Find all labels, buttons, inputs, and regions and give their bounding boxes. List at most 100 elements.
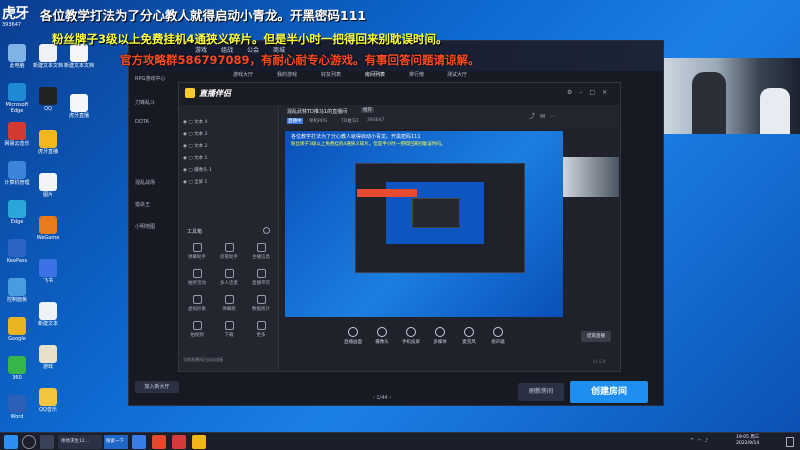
end-live-button[interactable]: 结束直播: [581, 331, 611, 342]
subtab-friends[interactable]: 好友列表: [321, 71, 341, 78]
add-room-button[interactable]: 加入新大厅: [135, 381, 179, 393]
desktop-icon[interactable]: Edge: [2, 200, 32, 225]
eye-icon[interactable]: ◉: [183, 144, 187, 149]
desktop-icon[interactable]: 控制面板: [2, 278, 32, 303]
eye-icon[interactable]: ◉: [183, 120, 187, 125]
eye-icon[interactable]: ◉: [183, 132, 187, 137]
tool-item[interactable]: 拍视频: [185, 321, 209, 338]
desktop-icon[interactable]: 计算机管理: [2, 161, 32, 186]
left-item[interactable]: 猎杀王: [135, 201, 150, 208]
task-view-icon[interactable]: [40, 435, 54, 449]
taskbar-app-icon[interactable]: [152, 435, 166, 449]
desktop-icon[interactable]: 游戏: [33, 345, 63, 370]
control-button[interactable]: 直播画面: [341, 327, 365, 345]
app-icon: [8, 356, 26, 374]
desktop-icon[interactable]: 360: [2, 356, 32, 381]
notification-icon[interactable]: [786, 437, 794, 447]
maximize-icon[interactable]: □: [589, 89, 602, 96]
eye-icon[interactable]: ◉: [183, 156, 187, 161]
game-subtabs: 游戏大厅 我的游戏 好友列表 房间列表 排行榜 测试大厅: [233, 71, 653, 81]
eye-icon[interactable]: ◉: [183, 168, 187, 173]
tool-item[interactable]: 弹幕助手: [185, 243, 209, 260]
tool-item[interactable]: 多人连麦: [217, 269, 241, 286]
left-item[interactable]: DOTA: [135, 119, 149, 125]
desktop-icon[interactable]: Google: [2, 317, 32, 342]
desktop-icon[interactable]: 新建文本: [33, 302, 63, 327]
volume-icon[interactable]: ♪: [705, 438, 711, 444]
tool-item[interactable]: 下载: [217, 321, 241, 338]
desktop-icon-text[interactable]: 新建文本文档: [64, 44, 94, 69]
tool-item[interactable]: 数据统计: [249, 295, 273, 312]
taskbar-app-icon[interactable]: [132, 435, 146, 449]
taskbar-app-icon[interactable]: [172, 435, 186, 449]
desktop-icon[interactable]: Microsoft Edge: [2, 83, 32, 114]
control-button[interactable]: 麦克风: [457, 327, 481, 345]
control-button[interactable]: 摄像头: [370, 327, 394, 345]
taskbar-app-1[interactable]: 绝地求生12...: [58, 435, 102, 449]
tool-icon: [192, 295, 202, 304]
desktop-icon[interactable]: 网易云音乐: [2, 122, 32, 147]
refresh-room-button[interactable]: 刷新房间: [518, 383, 564, 401]
scene-item[interactable]: ◉ ▢ 全屏 1: [183, 179, 273, 189]
desktop-icon[interactable]: 新建文本文档: [33, 44, 63, 69]
toolbox-collapse-icon[interactable]: [263, 227, 270, 234]
desktop-icon[interactable]: Word: [2, 395, 32, 420]
left-item[interactable]: RPG游戏中心: [135, 75, 165, 82]
subtab-rank[interactable]: 排行榜: [409, 71, 424, 78]
tool-item[interactable]: 直播带货: [249, 269, 273, 286]
tool-item[interactable]: 弹幕姬: [217, 295, 241, 312]
left-item[interactable]: 混乱战场: [135, 179, 155, 186]
lock-icon[interactable]: ▢: [188, 180, 192, 185]
desktop-icon[interactable]: QQ音乐: [33, 388, 63, 413]
start-icon[interactable]: [4, 435, 18, 449]
subtab-rooms[interactable]: 房间列表: [365, 71, 385, 78]
minimize-icon[interactable]: –: [579, 89, 589, 96]
scene-item[interactable]: ◉ ▢ 文本 4: [183, 119, 273, 129]
control-button[interactable]: 多媒体: [428, 327, 452, 345]
wifi-icon[interactable]: ◠: [697, 438, 704, 444]
webcam-person-2: [760, 88, 790, 134]
tool-item[interactable]: 更多: [249, 321, 273, 338]
scene-item[interactable]: ◉ ▢ 文本 3: [183, 131, 273, 141]
lock-icon[interactable]: ▢: [188, 132, 192, 137]
subtab-test[interactable]: 测试大厅: [447, 71, 467, 78]
scene-item[interactable]: ◉ ▢ 文本 1: [183, 155, 273, 165]
lock-icon[interactable]: ▢: [188, 156, 192, 161]
control-button[interactable]: 手机投屏: [399, 327, 423, 345]
tool-item[interactable]: 主播信息: [249, 243, 273, 260]
subtab-lobby[interactable]: 游戏大厅: [233, 71, 253, 78]
tool-icon: [192, 321, 202, 330]
tool-item[interactable]: 房管助手: [217, 243, 241, 260]
settings-icon[interactable]: ⚙: [567, 89, 579, 96]
control-button[interactable]: 扬声器: [486, 327, 510, 345]
desktop-icon[interactable]: QQ: [33, 87, 63, 112]
desktop-icon[interactable]: 此电脑: [2, 44, 32, 69]
chat-icon[interactable]: ✉: [540, 113, 550, 120]
clock[interactable]: 19:05 周三 2022/9/14: [736, 435, 759, 447]
desktop-icon[interactable]: KeePass: [2, 239, 32, 264]
lock-icon[interactable]: ▢: [188, 120, 192, 125]
left-item[interactable]: 刀锋乱斗: [135, 99, 155, 106]
left-item[interactable]: 小明地图: [135, 223, 155, 230]
tool-item[interactable]: 虚拟形象: [185, 295, 209, 312]
subtab-my-games[interactable]: 我的游戏: [277, 71, 297, 78]
desktop-icon[interactable]: 图片: [33, 173, 63, 198]
taskbar-app-icon[interactable]: [192, 435, 206, 449]
desktop-icon[interactable]: 飞书: [33, 259, 63, 284]
lock-icon[interactable]: ▢: [188, 168, 192, 173]
search-icon[interactable]: [22, 435, 36, 449]
tool-item[interactable]: 抽奖活动: [185, 269, 209, 286]
nested-preview-window: [355, 163, 525, 273]
scene-item[interactable]: ◉ ▢ 文本 2: [183, 143, 273, 153]
share-icon[interactable]: ⤴: [529, 113, 540, 120]
scene-item[interactable]: ◉ ▢ 摄像头 1: [183, 167, 273, 177]
more-icon[interactable]: ⋯: [550, 113, 561, 120]
desktop-icon-text[interactable]: 虎牙直播: [64, 94, 94, 119]
taskbar-search[interactable]: 搜索一下: [104, 435, 128, 449]
create-room-button[interactable]: 创建房间: [570, 381, 648, 403]
lock-icon[interactable]: ▢: [188, 144, 192, 149]
eye-icon[interactable]: ◉: [183, 180, 187, 185]
desktop-icon[interactable]: 虎牙直播: [33, 130, 63, 155]
desktop-icon[interactable]: WeGame: [33, 216, 63, 241]
close-icon[interactable]: ✕: [602, 89, 614, 96]
